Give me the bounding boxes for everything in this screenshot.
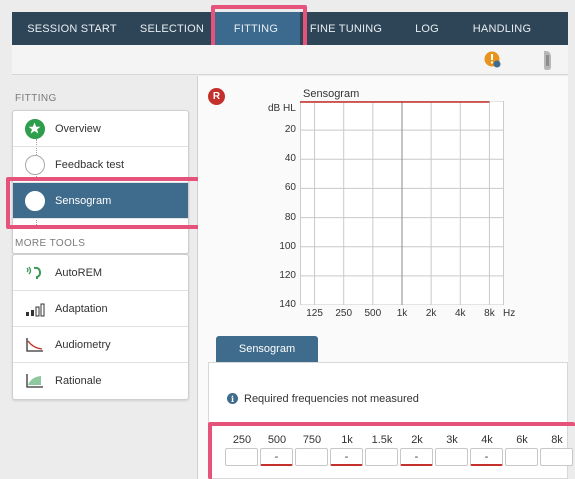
tool-adaptation[interactable]: Adaptation — [13, 291, 188, 327]
ear-sound-icon — [26, 266, 42, 279]
y-tick-label: 140 — [279, 299, 296, 310]
tool-rationale[interactable]: Rationale — [13, 363, 188, 399]
x-tick-label: 8k — [484, 308, 495, 319]
warning-info-icon[interactable] — [484, 51, 501, 68]
x-tick-label: 250 — [335, 308, 353, 319]
more-tools-panel: AutoREM Adaptation Audiometry Rationale — [12, 254, 189, 400]
signal-bars-icon — [26, 303, 45, 316]
x-axis-unit: Hz — [503, 308, 516, 319]
tab-handling[interactable]: HANDLING — [462, 12, 542, 45]
y-tick-label: 20 — [284, 124, 296, 136]
y-tick-label: 40 — [284, 153, 296, 165]
y-tick-label: 60 — [284, 182, 296, 194]
tab-log[interactable]: LOG — [392, 12, 462, 45]
tab-session-start[interactable]: SESSION START — [12, 12, 132, 45]
audiogram-icon — [26, 337, 43, 352]
frequency-row-highlight — [208, 422, 575, 479]
x-tick-label: 2k — [425, 308, 437, 319]
y-tick-label: 100 — [279, 240, 296, 252]
x-tick-label: 125 — [306, 308, 323, 319]
hearing-aid-device-icon[interactable] — [540, 49, 554, 71]
y-tick-label: 80 — [284, 211, 296, 223]
step-pending-circle-icon — [25, 154, 45, 175]
sensogram-chart — [300, 101, 504, 305]
x-tick-label: 500 — [364, 308, 382, 319]
sensogram-step-highlight — [6, 177, 206, 229]
tab-fine-tuning[interactable]: FINE TUNING — [300, 12, 392, 45]
sidebar: FITTING Overview Feedback test Sensogram… — [12, 76, 198, 479]
x-tick-label: 1k — [396, 308, 408, 319]
right-ear-badge[interactable]: R — [208, 88, 225, 105]
tab-selection[interactable]: SELECTION — [132, 12, 212, 45]
fitting-section-title: FITTING — [15, 93, 57, 104]
tool-autorem-label: AutoREM — [55, 266, 103, 279]
y-tick-label: 120 — [279, 269, 296, 281]
more-tools-section-title: MORE TOOLS — [15, 238, 86, 249]
tab-sensogram[interactable]: Sensogram — [216, 336, 318, 362]
rationale-icon — [26, 374, 43, 388]
checkmark-icon — [25, 118, 45, 139]
tool-autorem[interactable]: AutoREM — [13, 255, 188, 291]
chart-title: Sensogram — [303, 88, 360, 100]
tool-audiometry-label: Audiometry — [55, 338, 111, 351]
tool-audiometry[interactable]: Audiometry — [13, 327, 188, 363]
step-overview[interactable]: Overview — [13, 111, 188, 147]
x-tick-label: 4k — [455, 308, 466, 319]
tool-adaptation-label: Adaptation — [55, 302, 108, 315]
info-message: Required frequencies not measured — [244, 393, 419, 405]
step-feedback-test-label: Feedback test — [55, 158, 125, 171]
info-icon: i — [227, 393, 238, 404]
y-axis-unit: dB HL — [268, 103, 296, 114]
tool-rationale-label: Rationale — [55, 375, 102, 387]
step-overview-label: Overview — [55, 122, 101, 135]
